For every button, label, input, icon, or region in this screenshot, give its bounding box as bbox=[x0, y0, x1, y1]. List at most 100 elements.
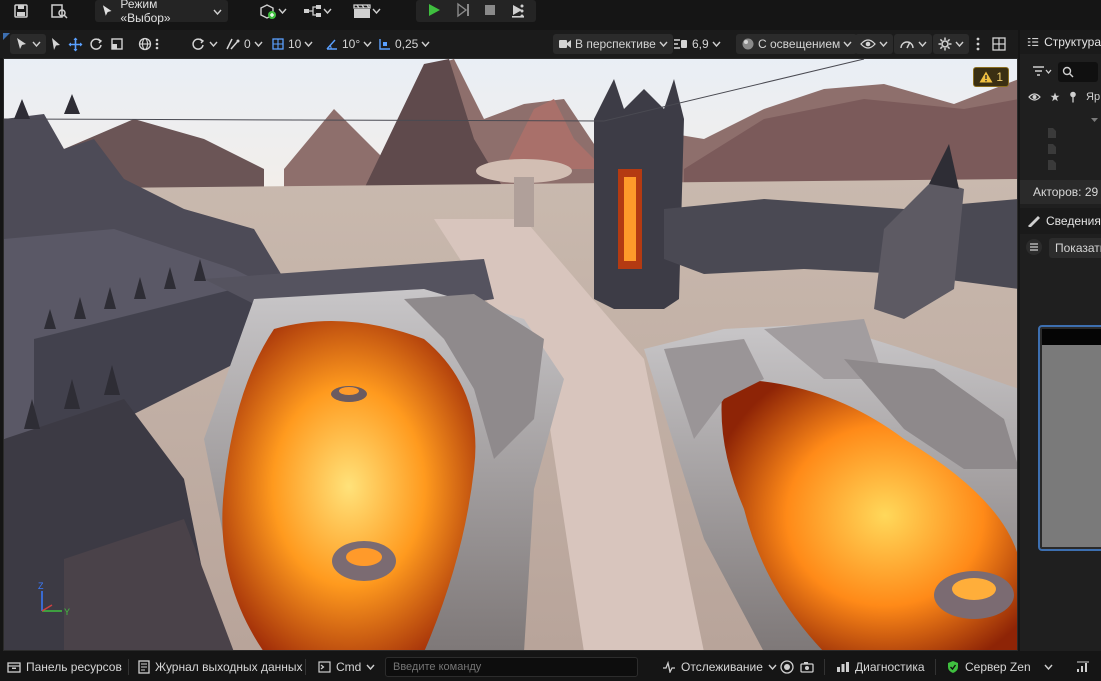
source-control-button[interactable] bbox=[1076, 657, 1090, 677]
open-level-icon[interactable] bbox=[48, 0, 70, 22]
file-icon[interactable] bbox=[1048, 144, 1056, 154]
screenshot-button[interactable] bbox=[800, 657, 814, 677]
show-flags-dropdown[interactable] bbox=[855, 34, 893, 54]
pin-icon[interactable] bbox=[1069, 91, 1077, 103]
viewport-toolbar: 0 10 10° 0,25 В перспективе 6,9 С освеще… bbox=[0, 30, 1018, 58]
view-mode-dropdown[interactable]: В перспективе bbox=[553, 34, 673, 54]
file-icon[interactable] bbox=[1048, 160, 1056, 170]
lighting-mode-label: С освещением bbox=[758, 37, 841, 51]
zen-server-dropdown[interactable]: Сервер Zen bbox=[946, 657, 1053, 677]
tab-details[interactable]: Сведения bbox=[1020, 208, 1101, 234]
chevron-down-icon bbox=[366, 664, 375, 670]
scene-render: Z Y bbox=[4, 59, 1017, 650]
tab-outliner[interactable]: Структура bbox=[1020, 30, 1101, 54]
selection-mode-dropdown[interactable] bbox=[10, 34, 46, 54]
scale-snap-toggle[interactable]: 0,25 bbox=[378, 34, 430, 54]
show-button[interactable]: Показать bbox=[1049, 238, 1101, 258]
view-mode-label: В перспективе bbox=[575, 37, 656, 51]
rotation-snap-value: 0 bbox=[244, 37, 251, 51]
cinematics-button[interactable] bbox=[352, 0, 381, 22]
outliner-icon bbox=[1027, 37, 1039, 47]
status-bar: Панель ресурсов Журнал выходных данных C… bbox=[0, 653, 1101, 681]
select-mode-icon bbox=[102, 5, 112, 16]
more-options-icon bbox=[155, 38, 159, 50]
viewport-layout-icon[interactable] bbox=[992, 34, 1006, 54]
play-controls bbox=[416, 0, 536, 22]
clapperboard-icon bbox=[353, 4, 371, 18]
content-drawer-button[interactable]: Панель ресурсов bbox=[7, 657, 122, 677]
settings-dropdown[interactable] bbox=[933, 34, 969, 54]
lighting-mode-dropdown[interactable]: С освещением bbox=[736, 34, 858, 54]
step-forward-icon bbox=[457, 2, 469, 17]
diagnostics-button[interactable]: Диагностика bbox=[836, 657, 925, 677]
chevron-down-icon[interactable] bbox=[1090, 112, 1099, 126]
diagnostics-icon bbox=[837, 662, 849, 672]
eye-icon bbox=[860, 39, 876, 49]
warning-badge[interactable]: 1 bbox=[973, 67, 1009, 87]
warning-triangle-icon bbox=[979, 71, 993, 83]
warning-count: 1 bbox=[996, 70, 1003, 84]
add-actor-button[interactable] bbox=[258, 0, 287, 22]
console-command-input[interactable] bbox=[385, 657, 638, 677]
terminal-icon bbox=[318, 661, 331, 673]
star-icon[interactable] bbox=[1050, 92, 1060, 102]
translate-tool-button[interactable] bbox=[68, 34, 83, 54]
grid-snap-icon bbox=[272, 38, 284, 50]
camera-preview-header bbox=[1042, 329, 1101, 345]
camera-speed-icon bbox=[674, 39, 687, 49]
chevron-down-icon bbox=[323, 8, 332, 14]
more-options-icon[interactable] bbox=[520, 0, 524, 22]
stop-button[interactable] bbox=[483, 3, 497, 20]
camera-preview bbox=[1038, 325, 1101, 551]
chevron-down-icon bbox=[254, 41, 263, 47]
select-tool-button[interactable] bbox=[50, 34, 62, 54]
details-menu-button[interactable] bbox=[1025, 238, 1043, 259]
file-icon[interactable] bbox=[1048, 128, 1056, 138]
filter-dropdown[interactable] bbox=[1032, 65, 1052, 80]
camera-speed-dropdown[interactable]: 6,9 bbox=[673, 34, 721, 54]
chevron-down-icon bbox=[363, 41, 372, 47]
output-log-button[interactable]: Журнал выходных данных bbox=[138, 657, 303, 677]
camera-icon bbox=[800, 662, 814, 673]
search-icon bbox=[1062, 66, 1074, 78]
snap-magnet-icon bbox=[226, 38, 240, 50]
rotation-snap-toggle[interactable]: 0 bbox=[225, 34, 263, 54]
scale-tool-button[interactable] bbox=[110, 34, 124, 54]
zen-server-label: Сервер Zen bbox=[965, 660, 1031, 674]
advance-frame-button[interactable] bbox=[455, 2, 471, 21]
diagnostics-label: Диагностика bbox=[855, 660, 925, 674]
angle-snap-toggle[interactable]: 10° bbox=[325, 34, 372, 54]
main-toolbar: Режим «Выбор» bbox=[0, 0, 1101, 28]
details-icon bbox=[1028, 216, 1040, 227]
move-arrows-icon bbox=[68, 37, 83, 51]
select-mode-icon bbox=[17, 38, 26, 49]
scale-snap-value: 0,25 bbox=[395, 37, 419, 51]
chevron-down-icon bbox=[304, 41, 313, 47]
rotate-tool-button[interactable] bbox=[89, 34, 103, 54]
save-icon[interactable] bbox=[10, 0, 32, 22]
level-viewport[interactable]: Z Y 1 bbox=[3, 58, 1018, 651]
blueprint-button[interactable] bbox=[303, 0, 332, 22]
globe-icon bbox=[138, 37, 152, 51]
trace-dropdown[interactable]: Отслеживание bbox=[662, 657, 777, 677]
viewport-options-corner[interactable] bbox=[3, 33, 10, 40]
chevron-down-icon bbox=[372, 8, 381, 14]
mode-select[interactable]: Режим «Выбор» bbox=[95, 0, 228, 25]
grid-snap-toggle[interactable]: 10 bbox=[271, 34, 313, 54]
mode-select-label: Режим «Выбор» bbox=[120, 0, 171, 25]
divider bbox=[824, 659, 825, 675]
performance-dropdown[interactable] bbox=[894, 34, 932, 54]
play-button[interactable] bbox=[426, 2, 442, 21]
more-options-icon[interactable] bbox=[976, 34, 980, 54]
surface-snap-button[interactable] bbox=[190, 34, 218, 54]
record-button[interactable] bbox=[780, 657, 794, 677]
eye-icon[interactable] bbox=[1028, 92, 1041, 102]
chevron-down-icon bbox=[1044, 664, 1053, 670]
coordinate-system-button[interactable] bbox=[138, 34, 159, 54]
outliner-search-input[interactable] bbox=[1058, 62, 1098, 82]
label-column-header[interactable]: Яр bbox=[1086, 91, 1100, 103]
divider bbox=[128, 659, 129, 675]
chevron-down-icon bbox=[209, 41, 218, 47]
cmd-dropdown[interactable]: Cmd bbox=[318, 657, 375, 677]
cursor-icon bbox=[52, 38, 60, 50]
